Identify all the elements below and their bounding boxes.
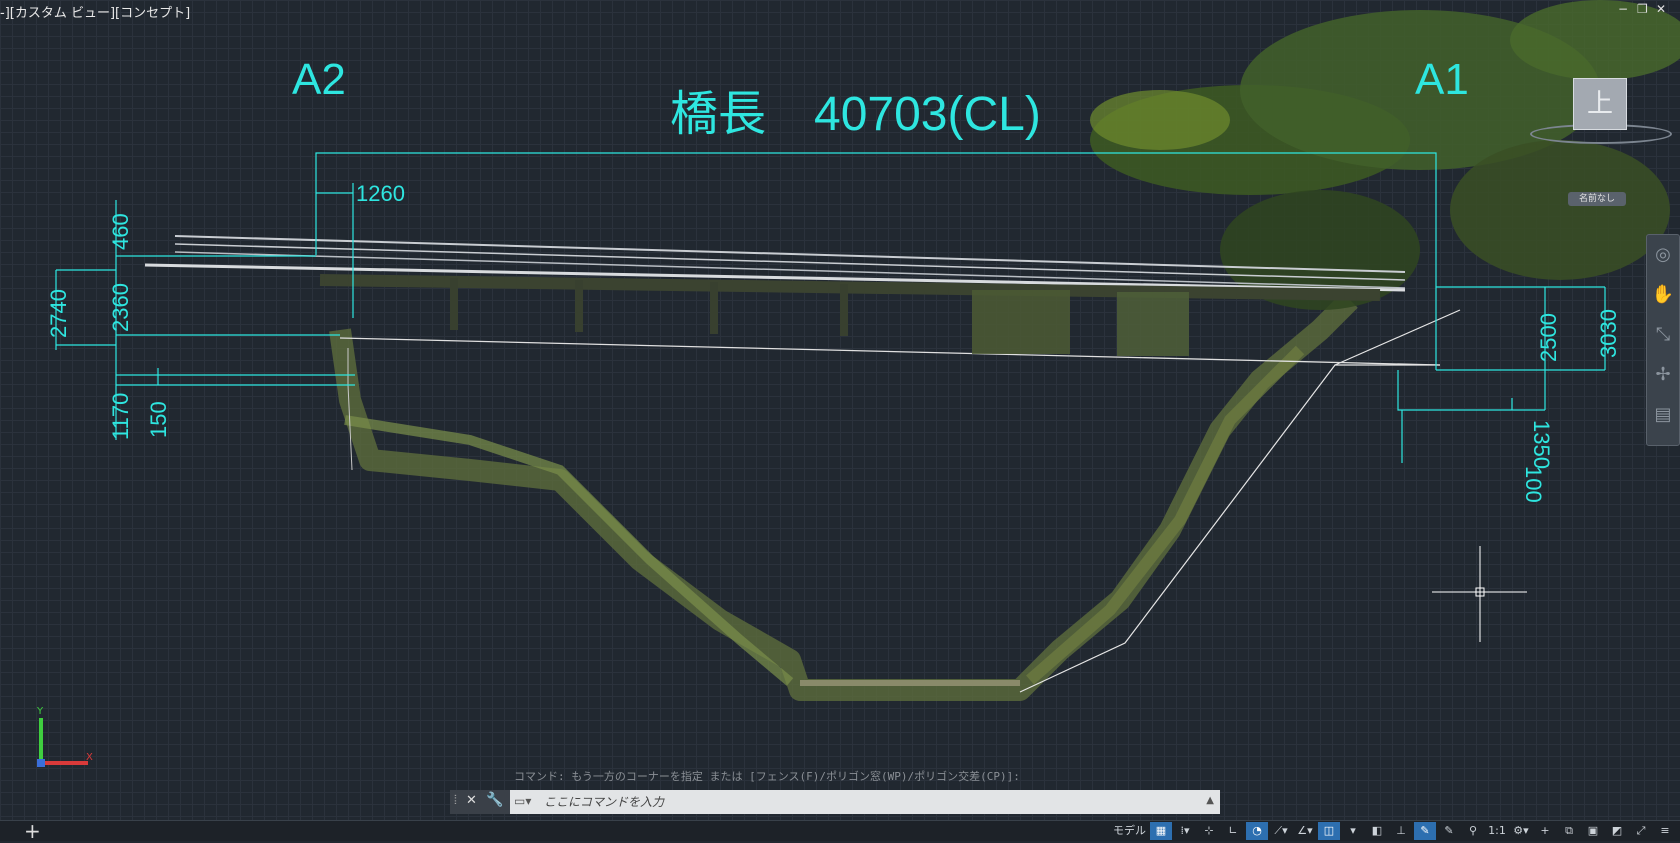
- abutment-label-a2: A2: [292, 55, 346, 104]
- ucs-x-label: X: [86, 752, 93, 763]
- plus-icon[interactable]: +: [1534, 822, 1556, 840]
- dim-1170: 1170: [108, 393, 133, 440]
- infer-icon[interactable]: ⊹: [1198, 822, 1220, 840]
- command-history-toggle-icon[interactable]: ▲: [1206, 795, 1214, 806]
- dim-100: 100: [1521, 466, 1546, 503]
- selection-cycle-icon[interactable]: ⊥: [1390, 822, 1412, 840]
- customize-wrench-icon[interactable]: 🔧: [486, 792, 503, 808]
- ortho-icon[interactable]: ∟: [1222, 822, 1244, 840]
- transparency-icon[interactable]: ◧: [1366, 822, 1388, 840]
- viewcube[interactable]: 上: [1573, 78, 1627, 130]
- ucs-icon: Y X: [36, 706, 93, 767]
- dim-1350: 1350: [1529, 420, 1554, 469]
- minimize-icon[interactable]: −: [1618, 2, 1628, 16]
- ucs-y-label: Y: [36, 706, 44, 717]
- annotation-scale-icon[interactable]: ⚲: [1462, 822, 1484, 840]
- command-prompt-icon[interactable]: ▭▾: [514, 794, 531, 808]
- section-outline: [347, 309, 1461, 693]
- pan-icon[interactable]: ✋: [1647, 275, 1679, 315]
- workspace-icon[interactable]: ⧉: [1558, 822, 1580, 840]
- status-bar: + モデル ▦ ⁞▾ ⊹ ∟ ◔ ⟋▾ ∠▾ ◫ ▾ ◧ ⊥ ✎ ✎ ⚲ 1:1…: [0, 819, 1680, 843]
- dim-3030: 3030: [1596, 309, 1621, 358]
- status-tools: モデル ▦ ⁞▾ ⊹ ∟ ◔ ⟋▾ ∠▾ ◫ ▾ ◧ ⊥ ✎ ✎ ⚲ 1:1 ⚙…: [1111, 821, 1676, 841]
- command-input-area: ▭▾ ▲: [510, 790, 1220, 814]
- bridge-drawing: A2 A1 橋長 40703(CL) 1260 460 2360 2740 11…: [36, 0, 1680, 767]
- dim-150: 150: [146, 401, 171, 438]
- hardware-accel-icon[interactable]: ◩: [1606, 822, 1628, 840]
- showmotion-icon[interactable]: ▤: [1647, 395, 1679, 435]
- grid-icon[interactable]: ▦: [1150, 822, 1172, 840]
- command-input[interactable]: [544, 792, 1184, 812]
- command-history: コマンド: もう一方のコーナーを指定 または [フェンス(F)/ポリゴン窓(WP…: [514, 770, 1020, 783]
- snap-icon[interactable]: ⁞▾: [1174, 822, 1196, 840]
- annotation-visibility-icon[interactable]: ✎: [1414, 822, 1436, 840]
- osnap-icon[interactable]: ◫: [1318, 822, 1340, 840]
- bridge-length-title: 橋長 40703(CL): [670, 88, 1041, 141]
- command-line: ⦙ ✕ 🔧 ▭▾ ▲: [450, 790, 1220, 814]
- abutment-label-a1: A1: [1415, 55, 1469, 104]
- lineweight-icon[interactable]: ▾: [1342, 822, 1364, 840]
- zoom-icon[interactable]: ⤡: [1647, 315, 1679, 355]
- isolate-icon[interactable]: ▣: [1582, 822, 1604, 840]
- dim-2360: 2360: [108, 283, 133, 332]
- dim-1260: 1260: [356, 181, 405, 206]
- steering-wheel-icon[interactable]: ◎: [1647, 235, 1679, 275]
- fullscreen-icon[interactable]: ⤢: [1630, 822, 1652, 840]
- drawing-viewport[interactable]: A2 A1 橋長 40703(CL) 1260 460 2360 2740 11…: [0, 0, 1680, 820]
- tree-canopy: [1090, 0, 1680, 310]
- restore-icon[interactable]: ❐: [1637, 2, 1648, 16]
- annotation-scale-value[interactable]: 1:1: [1486, 822, 1508, 840]
- viewport-controls-label[interactable]: -][カスタム ビュー][コンセプト]: [0, 2, 190, 21]
- close-command-icon[interactable]: ✕: [466, 793, 477, 808]
- dim-2500: 2500: [1536, 313, 1561, 362]
- polar-icon[interactable]: ◔: [1246, 822, 1268, 840]
- menu-icon[interactable]: ≡: [1654, 822, 1676, 840]
- model-space-button[interactable]: モデル: [1111, 822, 1148, 840]
- gear-icon[interactable]: ⚙▾: [1510, 822, 1532, 840]
- orbit-icon[interactable]: ✢: [1647, 355, 1679, 395]
- grip-icon[interactable]: ⦙: [454, 793, 457, 808]
- navigation-bar: ◎ ✋ ⤡ ✢ ▤: [1646, 234, 1680, 446]
- isodraft-icon[interactable]: ⟋▾: [1270, 822, 1292, 840]
- close-icon[interactable]: ✕: [1656, 2, 1666, 16]
- dim-2740: 2740: [46, 289, 71, 338]
- add-layout-icon[interactable]: +: [24, 819, 41, 843]
- auto-scale-icon[interactable]: ✎: [1438, 822, 1460, 840]
- object-track-icon[interactable]: ∠▾: [1294, 822, 1316, 840]
- named-view-menu[interactable]: 名前なし: [1568, 192, 1626, 206]
- crosshair-cursor: [1432, 546, 1527, 642]
- dim-460: 460: [108, 213, 133, 250]
